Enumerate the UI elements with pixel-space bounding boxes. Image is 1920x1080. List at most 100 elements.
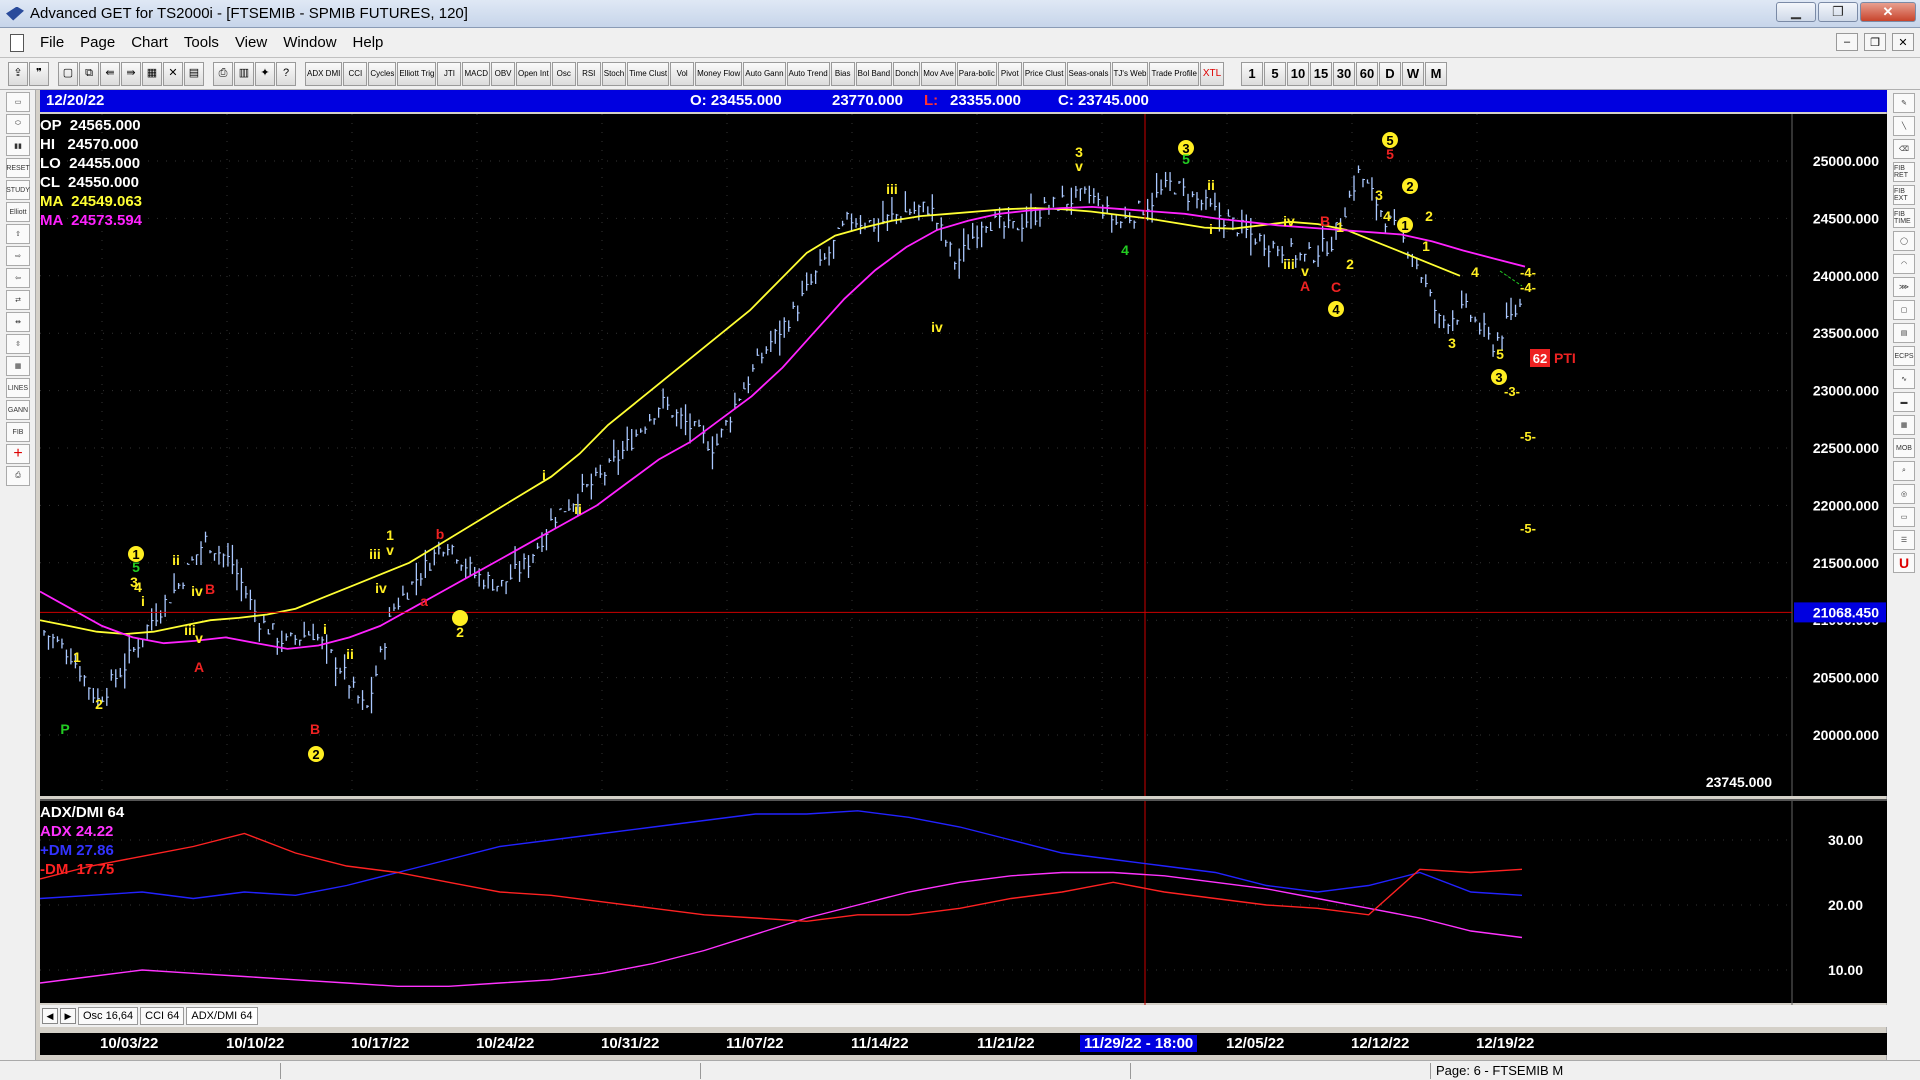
study-button-cci[interactable]: CCI [343,61,368,86]
crosshair-tool-icon[interactable]: + [6,444,30,464]
study-button-vol[interactable]: Vol [670,61,695,86]
study-button-jti[interactable]: JTI [437,61,462,86]
layout-button[interactable]: ▤ [184,61,204,86]
study-button-trade-profile[interactable]: Trade Profile [1149,61,1199,86]
tab-scroll-right-icon[interactable]: ▶ [60,1008,76,1024]
tab-osc[interactable]: Osc 16,64 [78,1007,139,1025]
fork-tool-icon[interactable]: ⇹ [6,312,30,332]
arrow-up-icon[interactable]: ⇧ [6,224,30,244]
period-button-m[interactable]: M [1424,61,1447,86]
study-button-open-int[interactable]: Open Int [516,61,551,86]
study-button-tj-s-web[interactable]: TJ's Web [1111,61,1149,86]
minimize-button[interactable]: ▁ [1776,2,1816,22]
menu-chart[interactable]: Chart [123,34,176,51]
study-button-cycles[interactable]: Cycles [368,61,397,86]
study-button-time-clust[interactable]: Time Clust [627,61,670,86]
menu-page[interactable]: Page [72,34,123,51]
quote-tool-button[interactable]: ❞ [29,61,49,86]
new-page-button[interactable]: ▢ [58,61,78,86]
ruler-tool-icon[interactable]: ▭ [1893,507,1915,527]
list-tool-icon[interactable]: ☰ [1893,530,1915,550]
study-button-pivot[interactable]: Pivot [997,61,1022,86]
menu-file[interactable]: File [32,34,72,51]
eraser-tool-icon[interactable]: ⌫ [1893,139,1915,159]
tab-adx-dmi[interactable]: ADX/DMI 64 [186,1007,258,1025]
reset-tool-icon[interactable]: RESET [6,158,30,178]
undo-tool-icon[interactable]: U [1893,553,1915,573]
wave-tool-icon[interactable]: ∿ [1893,369,1915,389]
table-tool-icon[interactable]: ▤ [1893,323,1915,343]
ellipse-tool-icon[interactable]: ⬭ [6,114,30,134]
tab-scroll-left-icon[interactable]: ◀ [42,1008,58,1024]
box-tool-icon[interactable]: ▢ [1893,300,1915,320]
cross-button[interactable]: ✕ [163,61,183,86]
diagonal-tool-icon[interactable]: ╲ [1893,116,1915,136]
circle-tool-icon[interactable]: ◯ [1893,231,1915,251]
menu-tools[interactable]: Tools [176,34,227,51]
fib-ret-tool-icon[interactable]: FIB RET [1893,162,1915,182]
study-button-money-flow[interactable]: Money Flow [695,61,743,86]
expand-tool-icon[interactable]: ⇳ [6,334,30,354]
zoom-tool-icon[interactable]: ⌕ [1893,461,1915,481]
period-button-5[interactable]: 5 [1263,61,1286,86]
grid-button[interactable]: ▦ [142,61,162,86]
study-button-price-clust[interactable]: Price Clust [1022,61,1066,86]
study-button-adx-dmi[interactable]: ADX DMI [305,61,343,86]
help-pointer-button[interactable]: ? [276,61,296,86]
study-button-macd[interactable]: MACD [462,61,491,86]
period-button-1[interactable]: 1 [1240,61,1263,86]
period-button-15[interactable]: 15 [1309,61,1332,86]
fan-tool-icon[interactable]: ⋙ [1893,277,1915,297]
period-button-w[interactable]: W [1401,61,1424,86]
scroll-right-button[interactable]: ⇛ [121,61,141,86]
study-button-mov-ave[interactable]: Mov Ave [921,61,956,86]
study-tool-icon[interactable]: STUDY [6,180,30,200]
mdi-restore-button[interactable]: ❐ [1864,33,1886,51]
lines-tool-icon[interactable]: LINES [6,378,30,398]
swap-tool-icon[interactable]: ⇄ [6,290,30,310]
print-button[interactable]: ⎙ [213,61,233,86]
arrow-right-icon[interactable]: ⇨ [6,246,30,266]
period-button-60[interactable]: 60 [1355,61,1378,86]
chart-style-button[interactable]: ▥ [234,61,254,86]
menu-view[interactable]: View [227,34,275,51]
grid-tool-icon[interactable]: ▦ [6,356,30,376]
target-tool-icon[interactable]: ◎ [1893,484,1915,504]
elliott-tool-icon[interactable]: Elliott [6,202,30,222]
grid2-tool-icon[interactable]: ▦ [1893,415,1915,435]
pointer-tool-button[interactable]: ⇪ [8,61,28,86]
gann-tool-icon[interactable]: GANN [6,400,30,420]
maximize-button[interactable]: ❐ [1818,2,1858,22]
study-button-bol-band[interactable]: Bol Band [855,61,893,86]
fib-tool-icon[interactable]: FIB [6,422,30,442]
menu-window[interactable]: Window [275,34,344,51]
study-button-seas-onals[interactable]: Seas-onals [1066,61,1111,86]
ecps-tool-icon[interactable]: ECPS [1893,346,1915,366]
study-button-osc[interactable]: Osc [551,61,576,86]
study-button-rsi[interactable]: RSI [576,61,601,86]
arc-tool-icon[interactable]: ◠ [1893,254,1915,274]
price-chart-panel[interactable]: 25000.000 24500.000 24000.000 23500.000 2300… [40,114,1887,796]
mob-tool-icon[interactable]: MOB [1893,438,1915,458]
pen-tool-icon[interactable]: ✎ [1893,93,1915,113]
study-button-donch[interactable]: Donch [893,61,921,86]
mdi-close-button[interactable]: ✕ [1892,33,1914,51]
tab-cci[interactable]: CCI 64 [140,1007,185,1025]
close-button[interactable]: ✕ [1860,2,1916,22]
study-button-stoch[interactable]: Stoch [601,61,627,86]
adx-dmi-panel[interactable]: 30.00 20.00 10.00 ADX/DMI 64 ADX 24.22 +DM… [40,799,1887,1005]
bars-tool-icon[interactable]: ▮▮ [6,136,30,156]
bulb-button[interactable]: ✦ [255,61,275,86]
study-button-obv[interactable]: OBV [491,61,516,86]
copy-button[interactable]: ⧉ [79,61,99,86]
mdi-minimize-button[interactable]: – [1836,33,1858,51]
scroll-left-button[interactable]: ⇚ [100,61,120,86]
menu-help[interactable]: Help [345,34,392,51]
study-button-auto-gann[interactable]: Auto Gann [743,61,786,86]
study-button-elliott-trig[interactable]: Elliott Trig [397,61,437,86]
study-button-para-bolic[interactable]: Para-bolic [956,61,997,86]
bar-tool-icon[interactable]: ▬ [1893,392,1915,412]
period-button-d[interactable]: D [1378,61,1401,86]
period-button-30[interactable]: 30 [1332,61,1355,86]
fib-time-tool-icon[interactable]: FIB TIME [1893,208,1915,228]
